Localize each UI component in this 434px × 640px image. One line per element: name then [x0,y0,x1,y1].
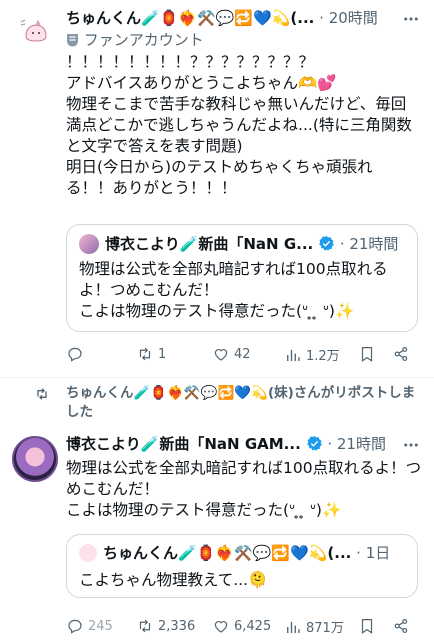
reply-icon [68,347,82,362]
bookmark-button[interactable] [358,617,376,635]
reply-button[interactable] [66,345,88,363]
bookmark-button[interactable] [358,345,376,363]
quoted-post[interactable]: 博衣こより🧪新曲「NaN G... · 21時間 物理は公式を全部丸暗記すれば1… [66,224,418,332]
quoted-header: ちゅんくん🧪🏮❤️‍🔥⚒️💬🔁💙💫(... · 1日 [103,543,390,563]
reply-icon [68,619,82,634]
views-icon [287,621,300,633]
bookmark-icon [361,347,373,362]
quoted-post[interactable]: ちゅんくん🧪🏮❤️‍🔥⚒️💬🔁💙💫(... · 1日 こよちゃん物理教えて...… [66,534,418,598]
author-name[interactable]: ちゅんくん🧪🏮❤️‍🔥⚒️💬🔁💙💫(... [66,9,314,27]
quoted-author-name: 博衣こより🧪新曲「NaN G... [105,235,314,253]
views-button[interactable]: 1.2万 [284,345,340,364]
reply-button[interactable]: 245 [66,617,113,635]
retweet-button[interactable]: 2,336 [136,617,195,635]
retweet-icon [139,347,151,361]
action-bar: 245 2,336 6,425 871万 [66,616,418,636]
avatar[interactable] [12,436,58,482]
author-name[interactable]: 博衣こより🧪新曲「NaN GAM... [66,435,301,453]
fan-badge-icon [66,32,79,47]
like-button[interactable]: 42 [212,345,251,363]
avatar [79,544,97,562]
post-header: 博衣こより🧪新曲「NaN GAM... · 21時間 [66,434,386,457]
like-button[interactable]: 6,425 [212,617,271,635]
quoted-body: 物理は公式を全部丸暗記すれば100点取れるよ！つめこむんだ！ こよは物理のテスト… [79,260,388,320]
post-2[interactable]: ちゅんくん🧪🏮❤️‍🔥⚒️💬🔁💙💫(妹)さんがリポストしました 博衣こより🧪新曲… [0,378,434,640]
bookmark-icon [361,619,373,634]
heart-icon [214,621,228,633]
share-button[interactable] [392,617,410,635]
quoted-author-name: ちゅんくん🧪🏮❤️‍🔥⚒️💬🔁💙💫(... [103,544,352,562]
quoted-time: · 21時間 [339,235,399,253]
more-options-icon[interactable] [402,10,420,32]
heart-icon [214,349,228,361]
share-icon [394,347,408,361]
post-time[interactable]: · 21時間 [327,435,386,453]
more-options-icon[interactable] [402,436,420,458]
quoted-body: こよちゃん物理教えて...🫠 [79,571,268,589]
post-time[interactable]: · 20時間 [319,9,378,27]
action-bar: 1 42 1.2万 [66,344,418,364]
quoted-time: · 1日 [356,544,391,562]
post-1[interactable]: ちゅんくん🧪🏮❤️‍🔥⚒️💬🔁💙💫(... · 20時間 ファンアカウント ！！… [0,0,434,375]
share-icon [394,619,408,633]
fan-account-label: ファンアカウント [66,30,204,50]
post-body: ！！！！！！！！？？？？？？？？ アドバイスありがとうこよちゃん🫶💕 物理そこま… [66,53,412,197]
verified-icon [318,235,335,257]
views-button[interactable]: 871万 [284,617,344,636]
views-icon [287,349,300,361]
post-header: ちゅんくん🧪🏮❤️‍🔥⚒️💬🔁💙💫(... · 20時間 [66,8,378,28]
repost-icon [34,386,50,408]
retweet-button[interactable]: 1 [136,345,166,363]
chick-avatar-icon [20,19,47,42]
repost-banner: ちゅんくん🧪🏮❤️‍🔥⚒️💬🔁💙💫(妹)さんがリポストしました [37,384,418,422]
quoted-header: 博衣こより🧪新曲「NaN G... · 21時間 [105,234,398,257]
avatar[interactable] [16,10,56,50]
avatar [79,234,99,254]
post-body: 物理は公式を全部丸暗記すれば100点取れるよ！つめこむんだ！ こよは物理のテスト… [66,459,422,519]
retweet-icon [139,619,151,633]
share-button[interactable] [392,345,410,363]
verified-icon [306,435,323,457]
